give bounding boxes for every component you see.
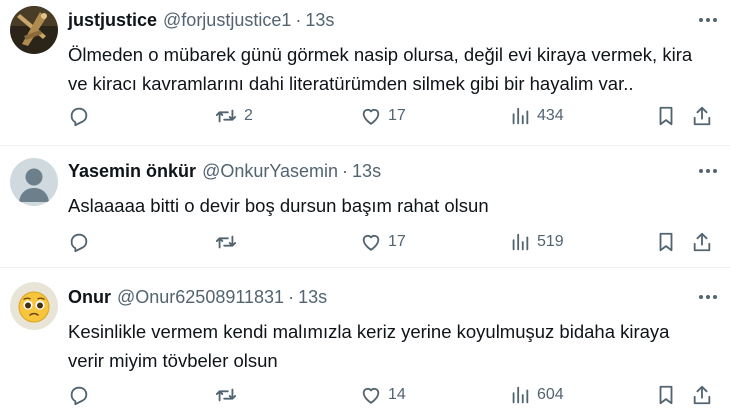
bookmark-button[interactable] [655, 104, 677, 128]
separator-dot: · [288, 287, 295, 307]
view-count: 519 [537, 233, 564, 250]
avatar[interactable] [10, 282, 58, 330]
views-button[interactable]: 434 [509, 104, 564, 128]
reply-button[interactable] [68, 104, 90, 128]
logo-avatar-icon [10, 6, 58, 54]
avatar[interactable] [10, 158, 58, 206]
tweet-text: Aslaaaaa bitti o devir boş dursun başım … [68, 191, 720, 220]
views-button[interactable]: 604 [509, 383, 564, 407]
default-person-avatar-icon [10, 158, 58, 206]
tweet-header: justjustice @forjustjustice1 · 13s [68, 9, 720, 31]
action-bar: 17 519 [68, 230, 720, 254]
bookmark-icon [659, 232, 673, 252]
heart-icon [362, 387, 380, 404]
display-name[interactable]: Yasemin önkür [68, 160, 196, 182]
timestamp[interactable]: 13s [305, 9, 334, 31]
tweet-text-line: Ölmeden o mübarek günü görmek nasip olur… [68, 44, 693, 65]
share-button[interactable] [691, 230, 713, 254]
like-count: 17 [388, 233, 406, 250]
retweet-button[interactable] [214, 383, 244, 407]
analytics-icon [512, 386, 529, 404]
tweet[interactable]: Yasemin önkür @OnkurYasemin · 13s Aslaaa… [0, 146, 730, 267]
more-options-icon[interactable] [696, 160, 720, 182]
retweet-count: 2 [244, 107, 253, 124]
share-button[interactable] [691, 104, 713, 128]
tweet-text-line: Kesinlikle vermem kendi malımızla keriz … [68, 321, 670, 342]
like-count: 14 [388, 386, 406, 403]
bookmark-button[interactable] [655, 230, 677, 254]
display-name[interactable]: Onur [68, 286, 111, 308]
timestamp[interactable]: 13s [352, 160, 381, 182]
tweet-text: Ölmeden o mübarek günü görmek nasip olur… [68, 40, 720, 98]
view-count: 434 [537, 107, 564, 124]
retweet-icon [215, 109, 237, 123]
share-icon [693, 232, 711, 252]
pleading-face-emoji-avatar-icon [10, 282, 58, 330]
view-count: 604 [537, 386, 564, 403]
reply-button[interactable] [68, 383, 90, 407]
action-bar: 14 604 [68, 383, 720, 407]
bookmark-button[interactable] [655, 383, 677, 407]
tweet[interactable]: justjustice @forjustjustice1 · 13s Ölmed… [0, 0, 730, 145]
reply-icon [70, 107, 88, 127]
reply-icon [70, 233, 88, 253]
tweet-text-line: verir miyim tövbeler olsun [68, 350, 278, 371]
like-count: 17 [388, 107, 406, 124]
bookmark-icon [659, 385, 673, 405]
analytics-icon [512, 233, 529, 251]
tweet[interactable]: Onur @Onur62508911831 · 13s Kesinlikle v… [0, 268, 730, 420]
user-handle[interactable]: @OnkurYasemin [202, 160, 338, 182]
like-button[interactable]: 17 [360, 230, 406, 254]
tweet-text-line: Aslaaaaa bitti o devir boş dursun başım … [68, 195, 489, 216]
action-bar: 2 17 434 [68, 104, 720, 128]
analytics-icon [512, 107, 529, 125]
retweet-icon [215, 388, 237, 402]
tweet-header: Yasemin önkür @OnkurYasemin · 13s [68, 160, 720, 182]
user-handle[interactable]: @Onur62508911831 [117, 286, 284, 308]
display-name[interactable]: justjustice [68, 9, 157, 31]
like-button[interactable]: 14 [360, 383, 406, 407]
retweet-icon [215, 235, 237, 249]
tweet-text-line: ve kiracı kavramlarını dahi literatürümd… [68, 73, 634, 94]
user-handle[interactable]: @forjustjustice1 [163, 9, 291, 31]
more-options-icon[interactable] [696, 286, 720, 308]
reply-feed: justjustice @forjustjustice1 · 13s Ölmed… [0, 0, 730, 420]
more-options-icon[interactable] [696, 9, 720, 31]
reply-button[interactable] [68, 230, 90, 254]
heart-icon [362, 234, 380, 251]
bookmark-icon [659, 106, 673, 126]
retweet-button[interactable]: 2 [214, 104, 253, 128]
separator-dot: · [295, 10, 302, 30]
tweet-text: Kesinlikle vermem kendi malımızla keriz … [68, 317, 720, 375]
timestamp[interactable]: 13s [298, 286, 327, 308]
tweet-header: Onur @Onur62508911831 · 13s [68, 286, 720, 308]
retweet-button[interactable] [214, 230, 244, 254]
reply-icon [70, 386, 88, 406]
like-button[interactable]: 17 [360, 104, 406, 128]
heart-icon [362, 108, 380, 125]
views-button[interactable]: 519 [509, 230, 564, 254]
share-button[interactable] [691, 383, 713, 407]
avatar[interactable] [10, 6, 58, 54]
share-icon [693, 385, 711, 405]
share-icon [693, 106, 711, 126]
separator-dot: · [342, 161, 349, 181]
